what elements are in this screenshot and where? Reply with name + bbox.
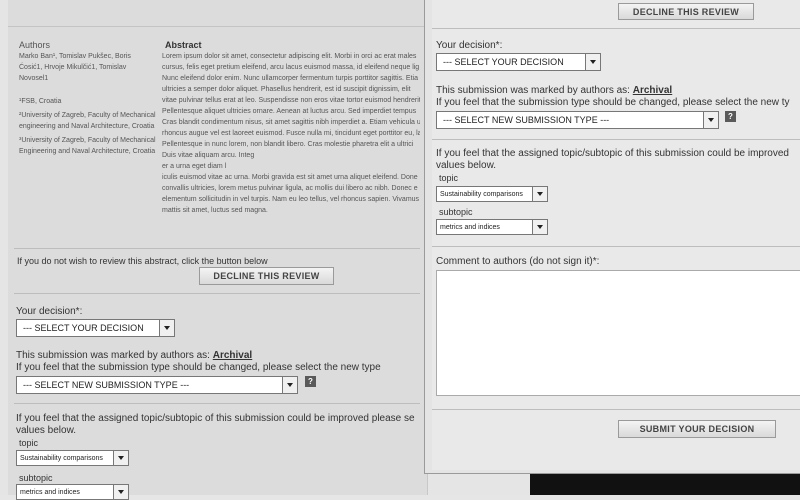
- modal-topic-prompt-line: values below.: [436, 160, 497, 171]
- abstract-line: Lorem ipsum dolor sit amet, consectetur …: [162, 53, 417, 60]
- abstract-line: mattis sit amet, luctus sed magna.: [162, 207, 268, 214]
- authors-list: Marko Ban¹, Tomislav Pukšec, Boris Ćosić…: [19, 51, 159, 84]
- modal-decision-select-value: --- SELECT YOUR DECISION: [443, 57, 564, 67]
- marked-as-prefix: This submission was marked by authors as…: [16, 350, 210, 361]
- chevron-down-icon[interactable]: [585, 54, 600, 70]
- abstract-line: convallis ultricies, lorem metus pulvina…: [162, 185, 418, 192]
- abstract-line: vitae pulvinar tellus erat at leo. Suspe…: [162, 97, 420, 104]
- abstract-line: cursus, felis eget pretium eleifend, arc…: [162, 64, 420, 71]
- affiliations: ¹FSB, Croatia ²University of Zagreb, Fac…: [19, 96, 164, 157]
- marked-as-text: This submission was marked by authors as…: [16, 350, 252, 361]
- chevron-down-icon[interactable]: [113, 451, 128, 465]
- abstract-line: er a urna eget diam l: [162, 163, 227, 170]
- abstract-body: Lorem ipsum dolor sit amet, consectetur …: [162, 51, 420, 216]
- modal-archival-link[interactable]: Archival: [633, 85, 672, 96]
- topic-label: topic: [19, 438, 39, 448]
- authors-line: Marko Ban¹, Tomislav Pukšec, Boris: [19, 53, 131, 60]
- modal-decision-label: Your decision*:: [436, 40, 503, 51]
- affiliation-line: engineering and Naval Architecture, Croa…: [19, 123, 155, 130]
- submission-type-value: --- SELECT NEW SUBMISSION TYPE ---: [23, 380, 190, 390]
- abstract-line: Pellentesque in nunc lorem, non blandit …: [162, 141, 414, 148]
- abstract-line: elementum sollicitudin in vel turpis. Na…: [162, 196, 420, 203]
- modal-subtopic-select[interactable]: metrics and indices: [436, 219, 548, 235]
- affiliation-line: ¹FSB, Croatia: [19, 98, 62, 105]
- modal-submission-type-select[interactable]: --- SELECT NEW SUBMISSION TYPE ---: [436, 111, 719, 129]
- abstract-line: Pellentesque aliquet ultricies ornare. A…: [162, 108, 417, 115]
- top-divider: [8, 26, 428, 27]
- modal-topic-select[interactable]: Sustainability comparisons: [436, 186, 548, 202]
- abstract-line: Cras blandit condimentum nisus, sit amet…: [162, 119, 420, 126]
- decline-review-button[interactable]: DECLINE THIS REVIEW: [199, 267, 334, 285]
- review-dialog: DECLINE THIS REVIEW Your decision*: --- …: [424, 0, 800, 474]
- authors-line: Novosel1: [19, 75, 49, 82]
- modal-marked-as-prefix: This submission was marked by authors as…: [436, 85, 630, 96]
- subtopic-select-value: metrics and indices: [20, 488, 80, 496]
- topic-select[interactable]: Sustainability comparisons: [16, 450, 129, 466]
- archival-link[interactable]: Archival: [213, 350, 252, 361]
- chevron-down-icon[interactable]: [532, 187, 547, 201]
- modal-submission-type-value: --- SELECT NEW SUBMISSION TYPE ---: [443, 115, 610, 125]
- review-dialog-body: DECLINE THIS REVIEW Your decision*: --- …: [432, 0, 800, 470]
- authors-heading: Authors: [19, 40, 51, 50]
- chevron-down-icon[interactable]: [282, 377, 297, 393]
- modal-topic-prompt-line: If you feel that the assigned topic/subt…: [436, 148, 789, 159]
- decision-select-value: --- SELECT YOUR DECISION: [23, 323, 144, 333]
- chevron-down-icon[interactable]: [703, 112, 718, 128]
- abstract-line: iculis euismod vitae ac urna. Morbi grav…: [162, 174, 418, 181]
- modal-decision-select[interactable]: --- SELECT YOUR DECISION: [436, 53, 601, 71]
- help-icon[interactable]: ?: [725, 111, 736, 122]
- modal-topic-label: topic: [439, 173, 459, 183]
- affiliation-line: ³University of Zagreb, Faculty of Mechan…: [19, 137, 156, 144]
- divider: [432, 139, 800, 140]
- change-type-prompt: If you feel that the submission type sho…: [16, 362, 381, 373]
- decision-label: Your decision*:: [16, 306, 83, 317]
- comment-label: Comment to authors (do not sign it)*:: [436, 256, 600, 267]
- help-icon[interactable]: ?: [305, 376, 316, 387]
- subtopic-label: subtopic: [19, 473, 53, 483]
- topic-prompt-line: values below.: [16, 425, 77, 436]
- affiliation-line: Engineering and Naval Architecture, Croa…: [19, 148, 156, 155]
- submit-decision-button[interactable]: SUBMIT YOUR DECISION: [618, 420, 776, 438]
- comment-textarea[interactable]: [436, 270, 800, 396]
- modal-change-type-prompt: If you feel that the submission type sho…: [436, 97, 790, 108]
- abstract-line: Nunc eleifend dolor enim. Nunc ullamcorp…: [162, 75, 418, 82]
- affiliation-line: ²University of Zagreb, Faculty of Mechan…: [19, 112, 156, 119]
- divider: [14, 248, 420, 249]
- chevron-down-icon[interactable]: [159, 320, 174, 336]
- divider: [14, 293, 420, 294]
- modal-subtopic-select-value: metrics and indices: [440, 223, 500, 231]
- abstract-line: Duis vitae aliquam arcu. Integ: [162, 152, 255, 159]
- authors-line: Ćosić1, Hrvoje Mikulčić1, Tomislav: [19, 64, 127, 71]
- abstract-line: ultricies a semper dolor aliquet. Phasel…: [162, 86, 411, 93]
- divider: [432, 246, 800, 247]
- divider: [432, 28, 800, 29]
- divider: [432, 409, 800, 410]
- chevron-down-icon[interactable]: [532, 220, 547, 234]
- abstract-heading: Abstract: [165, 40, 202, 50]
- modal-decline-review-button[interactable]: DECLINE THIS REVIEW: [618, 3, 754, 20]
- abstract-line: rhoncus augue vel est laoreet euismod. F…: [162, 130, 420, 137]
- subtopic-select[interactable]: metrics and indices: [16, 484, 129, 500]
- decline-prompt: If you do not wish to review this abstra…: [17, 256, 268, 266]
- chevron-down-icon[interactable]: [113, 485, 128, 499]
- submission-type-select[interactable]: --- SELECT NEW SUBMISSION TYPE ---: [16, 376, 298, 394]
- divider: [14, 403, 420, 404]
- topic-select-value: Sustainability comparisons: [20, 454, 103, 462]
- modal-subtopic-label: subtopic: [439, 207, 473, 217]
- decision-select[interactable]: --- SELECT YOUR DECISION: [16, 319, 175, 337]
- modal-topic-select-value: Sustainability comparisons: [440, 190, 523, 198]
- topic-prompt-line: If you feel that the assigned topic/subt…: [16, 413, 415, 424]
- modal-marked-as-text: This submission was marked by authors as…: [436, 85, 672, 96]
